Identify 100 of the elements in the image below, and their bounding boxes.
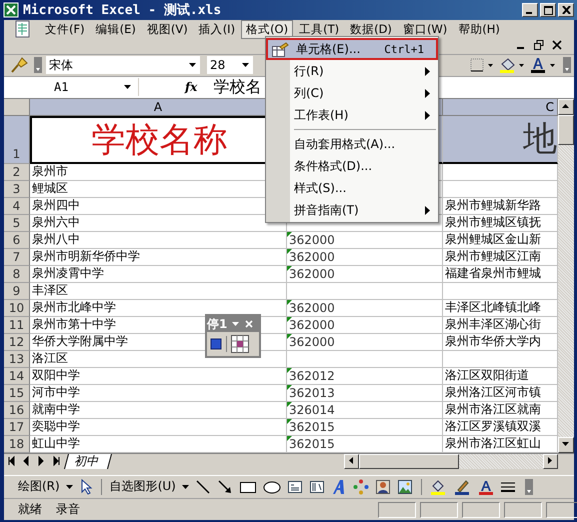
submenu-arrow-icon [425,206,430,214]
row-header[interactable]: 1 [4,116,30,164]
menu-item[interactable]: 数据(D) [345,20,397,38]
column-header[interactable]: C [443,98,558,116]
scroll-thumb[interactable] [558,114,574,145]
relative-reference-icon[interactable] [231,335,249,353]
row-header[interactable]: 3 [4,180,30,198]
line-color-icon[interactable] [454,478,472,495]
oval-icon[interactable] [262,478,281,495]
restore-icon[interactable] [534,40,544,50]
close-button[interactable] [558,3,574,17]
table-cell: 地 [443,116,558,164]
font-color-icon[interactable] [478,478,494,495]
toolbar-options-icon[interactable] [562,56,572,74]
row-header[interactable]: 4 [4,198,30,215]
status-pane [420,502,458,518]
left-arrow-icon [349,457,354,466]
dropdown-icon[interactable] [232,322,240,326]
vertical-scrollbar[interactable] [558,98,574,453]
status-pane [462,502,500,518]
error-indicator-icon [287,248,292,254]
horizontal-scrollbar[interactable] [344,454,558,469]
row-header[interactable]: 7 [4,248,30,266]
dropdown-arrow-icon [242,63,250,68]
autoshapes-menu-button[interactable]: 自选图形(U) [110,478,176,496]
row-header[interactable]: 9 [4,282,30,300]
scroll-up-button[interactable] [558,98,574,115]
row-header[interactable]: 2 [4,164,30,181]
scroll-thumb[interactable] [359,454,459,469]
line-icon[interactable] [194,478,211,495]
toolbar-options-icon[interactable] [33,56,43,74]
draw-menu-button[interactable]: 绘图(R) [18,478,60,496]
fill-color-icon[interactable] [498,56,526,74]
menu-item[interactable]: 文件(F) [40,20,90,38]
table-cell: 泉州凌霄中学 [30,266,287,283]
submenu-arrow-icon [425,66,430,76]
row-header[interactable]: 8 [4,266,30,283]
wordart-icon[interactable] [330,478,347,495]
error-indicator-icon [287,300,292,305]
image-icon[interactable] [396,478,413,495]
error-indicator-icon [287,266,292,271]
diagram-icon[interactable] [352,478,369,495]
paintbrush-icon[interactable] [10,56,30,74]
dropdown-arrow-icon[interactable] [182,484,189,489]
close-icon[interactable] [552,40,562,50]
font-size-field[interactable]: 28 [207,56,253,74]
insert-function-button[interactable]: fx [185,80,198,94]
table-cell: 虹山中学 [30,436,287,453]
table-cell: 362000 [287,300,443,317]
minimize-button[interactable] [522,3,538,17]
row-header[interactable]: 15 [4,384,30,402]
name-box[interactable]: A1 [14,78,139,96]
clip-art-icon[interactable] [374,478,391,495]
error-indicator-icon [287,402,292,407]
up-arrow-icon [562,104,570,110]
formula-field[interactable]: 学校名 [203,76,262,98]
table-cell: 362000 [287,334,443,351]
select-all-corner[interactable] [4,98,30,116]
fill-color-icon[interactable] [430,478,448,495]
dropdown-arrow-icon[interactable] [66,484,73,489]
menu-item[interactable]: 编辑(E) [90,20,141,38]
scroll-right-button[interactable] [543,454,558,469]
row-header[interactable]: 10 [4,300,30,317]
toolbar-options-icon[interactable] [524,478,534,496]
table-cell: 362000 [287,232,443,249]
menu-item[interactable]: 工具(T) [294,20,344,38]
table-cell: 362000 [287,248,443,266]
dropdown-arrow-icon [189,63,197,68]
menu-item[interactable]: 帮助(H) [453,20,505,38]
row-header[interactable]: 5 [4,214,30,232]
row-header[interactable]: 14 [4,368,30,385]
menu-item[interactable]: 单元格(E)... Ctrl+1 [266,38,438,60]
error-indicator-icon [287,334,292,339]
menu-item[interactable]: 窗口(W) [398,20,452,38]
table-cell: 丰泽区 [30,282,287,300]
row-header[interactable]: 18 [4,436,30,453]
row-header[interactable]: 17 [4,418,30,436]
menu-item[interactable]: 行(R) [266,60,438,82]
row-header[interactable]: 12 [4,334,30,351]
menu-item[interactable]: 视图(V) [142,20,193,38]
vertical-text-box-icon[interactable] [308,478,325,495]
maximize-button[interactable] [540,3,556,17]
row-header[interactable]: 16 [4,402,30,419]
menu-item[interactable]: 插入(I) [194,20,240,38]
arrow-icon[interactable] [216,478,233,495]
row-header[interactable]: 13 [4,350,30,368]
borders-icon[interactable] [469,56,495,74]
scroll-down-button[interactable] [558,436,574,453]
font-color-icon[interactable] [529,56,557,74]
sheet-tab[interactable]: 初中 [64,454,112,469]
row-header[interactable]: 6 [4,232,30,249]
pointer-icon[interactable] [78,478,93,495]
row-header[interactable]: 11 [4,316,30,334]
text-box-icon[interactable] [286,478,303,495]
table-cell: 362015 [287,418,443,436]
worksheet-icon[interactable] [14,20,32,38]
scroll-left-button[interactable] [344,454,359,469]
status-pane [378,502,416,518]
font-field[interactable]: 宋体 [46,56,200,74]
stop-recording-icon[interactable] [210,338,222,350]
